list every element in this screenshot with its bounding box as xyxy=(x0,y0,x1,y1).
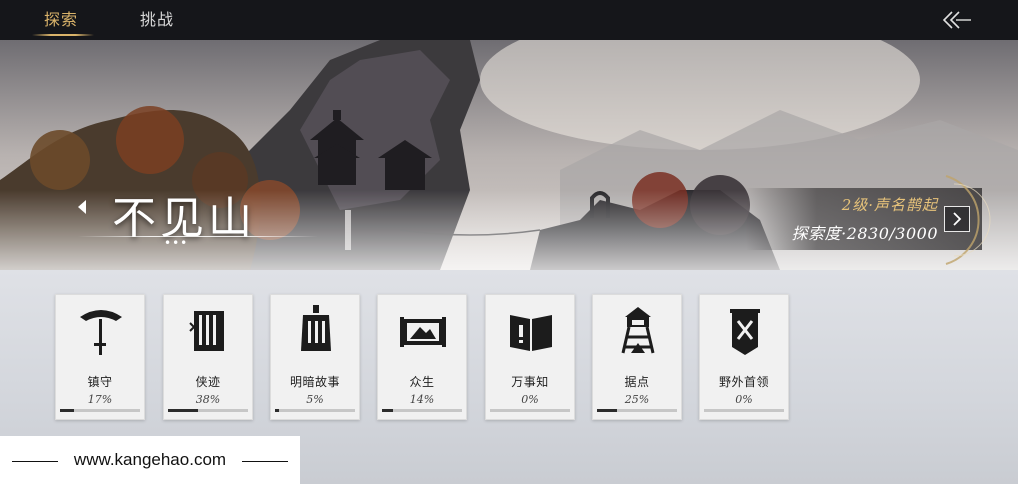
card-label: 众生 xyxy=(409,375,435,389)
progress-fill xyxy=(382,409,393,412)
chevron-right-icon xyxy=(953,212,962,226)
progress-fill xyxy=(168,409,198,412)
card-percent: 14% xyxy=(409,393,435,406)
double-chevron-left-icon xyxy=(942,11,971,29)
crossed-banner-icon xyxy=(730,309,760,355)
watermark-line-right xyxy=(242,461,288,462)
progress-bar xyxy=(168,409,248,412)
region-level: 2级·声名鹊起 xyxy=(841,196,938,214)
map-name-divider xyxy=(78,236,318,237)
card-label: 侠迹 xyxy=(195,375,221,389)
watchtower-icon xyxy=(621,307,655,354)
card-label: 镇守 xyxy=(87,375,113,389)
top-navigation-bar: 探索 挑战 xyxy=(0,0,1018,40)
progress-fill xyxy=(275,409,279,412)
card-label: 万事知 xyxy=(511,375,549,389)
card-percent: 25% xyxy=(624,393,650,406)
card-percent: 0% xyxy=(735,393,753,406)
tab-explore[interactable]: 探索 xyxy=(44,6,78,34)
progress-fill xyxy=(597,409,617,412)
card-label: 明暗故事 xyxy=(289,375,340,389)
landscape-scroll-icon xyxy=(400,317,446,347)
card-all-beings[interactable]: 众生 14% xyxy=(377,294,467,420)
previous-map-arrow-icon[interactable] xyxy=(76,198,88,216)
scroll-book-icon xyxy=(189,311,224,351)
umbrella-icon xyxy=(80,310,122,355)
progress-bar xyxy=(490,409,570,412)
watermark-text: www.kangehao.com xyxy=(73,450,227,469)
progress-bar xyxy=(60,409,140,412)
tab-challenge[interactable]: 挑战 xyxy=(140,6,174,34)
progress-bar xyxy=(597,409,677,412)
exploration-progress: 探索度·2830/3000 xyxy=(791,224,938,243)
open-book-icon xyxy=(510,315,552,351)
card-guard[interactable]: 镇守 17% xyxy=(55,294,145,420)
progress-bar xyxy=(382,409,462,412)
card-percent: 0% xyxy=(521,393,539,406)
progress-bar xyxy=(704,409,784,412)
card-label: 据点 xyxy=(624,375,650,389)
card-field-boss[interactable]: 野外首领 0% xyxy=(699,294,789,420)
next-map-button[interactable] xyxy=(944,206,970,232)
map-banner: 不见山 ••• 2级·声名鹊起 探索度·2830/3000 xyxy=(0,40,1018,270)
card-percent: 5% xyxy=(306,393,324,406)
bell-icon xyxy=(301,305,331,351)
active-tab-underline xyxy=(32,34,94,36)
card-light-dark-story[interactable]: 明暗故事 5% xyxy=(270,294,360,420)
card-percent: 38% xyxy=(195,393,221,406)
page-dots: ••• xyxy=(164,236,189,250)
card-percent: 17% xyxy=(87,393,113,406)
card-all-knowing[interactable]: 万事知 0% xyxy=(485,294,575,420)
back-button[interactable] xyxy=(938,8,974,32)
progress-fill xyxy=(60,409,74,412)
card-hero-trace[interactable]: 侠迹 38% xyxy=(163,294,253,420)
card-stronghold[interactable]: 据点 25% xyxy=(592,294,682,420)
card-label: 野外首领 xyxy=(718,375,769,389)
progress-bar xyxy=(275,409,355,412)
